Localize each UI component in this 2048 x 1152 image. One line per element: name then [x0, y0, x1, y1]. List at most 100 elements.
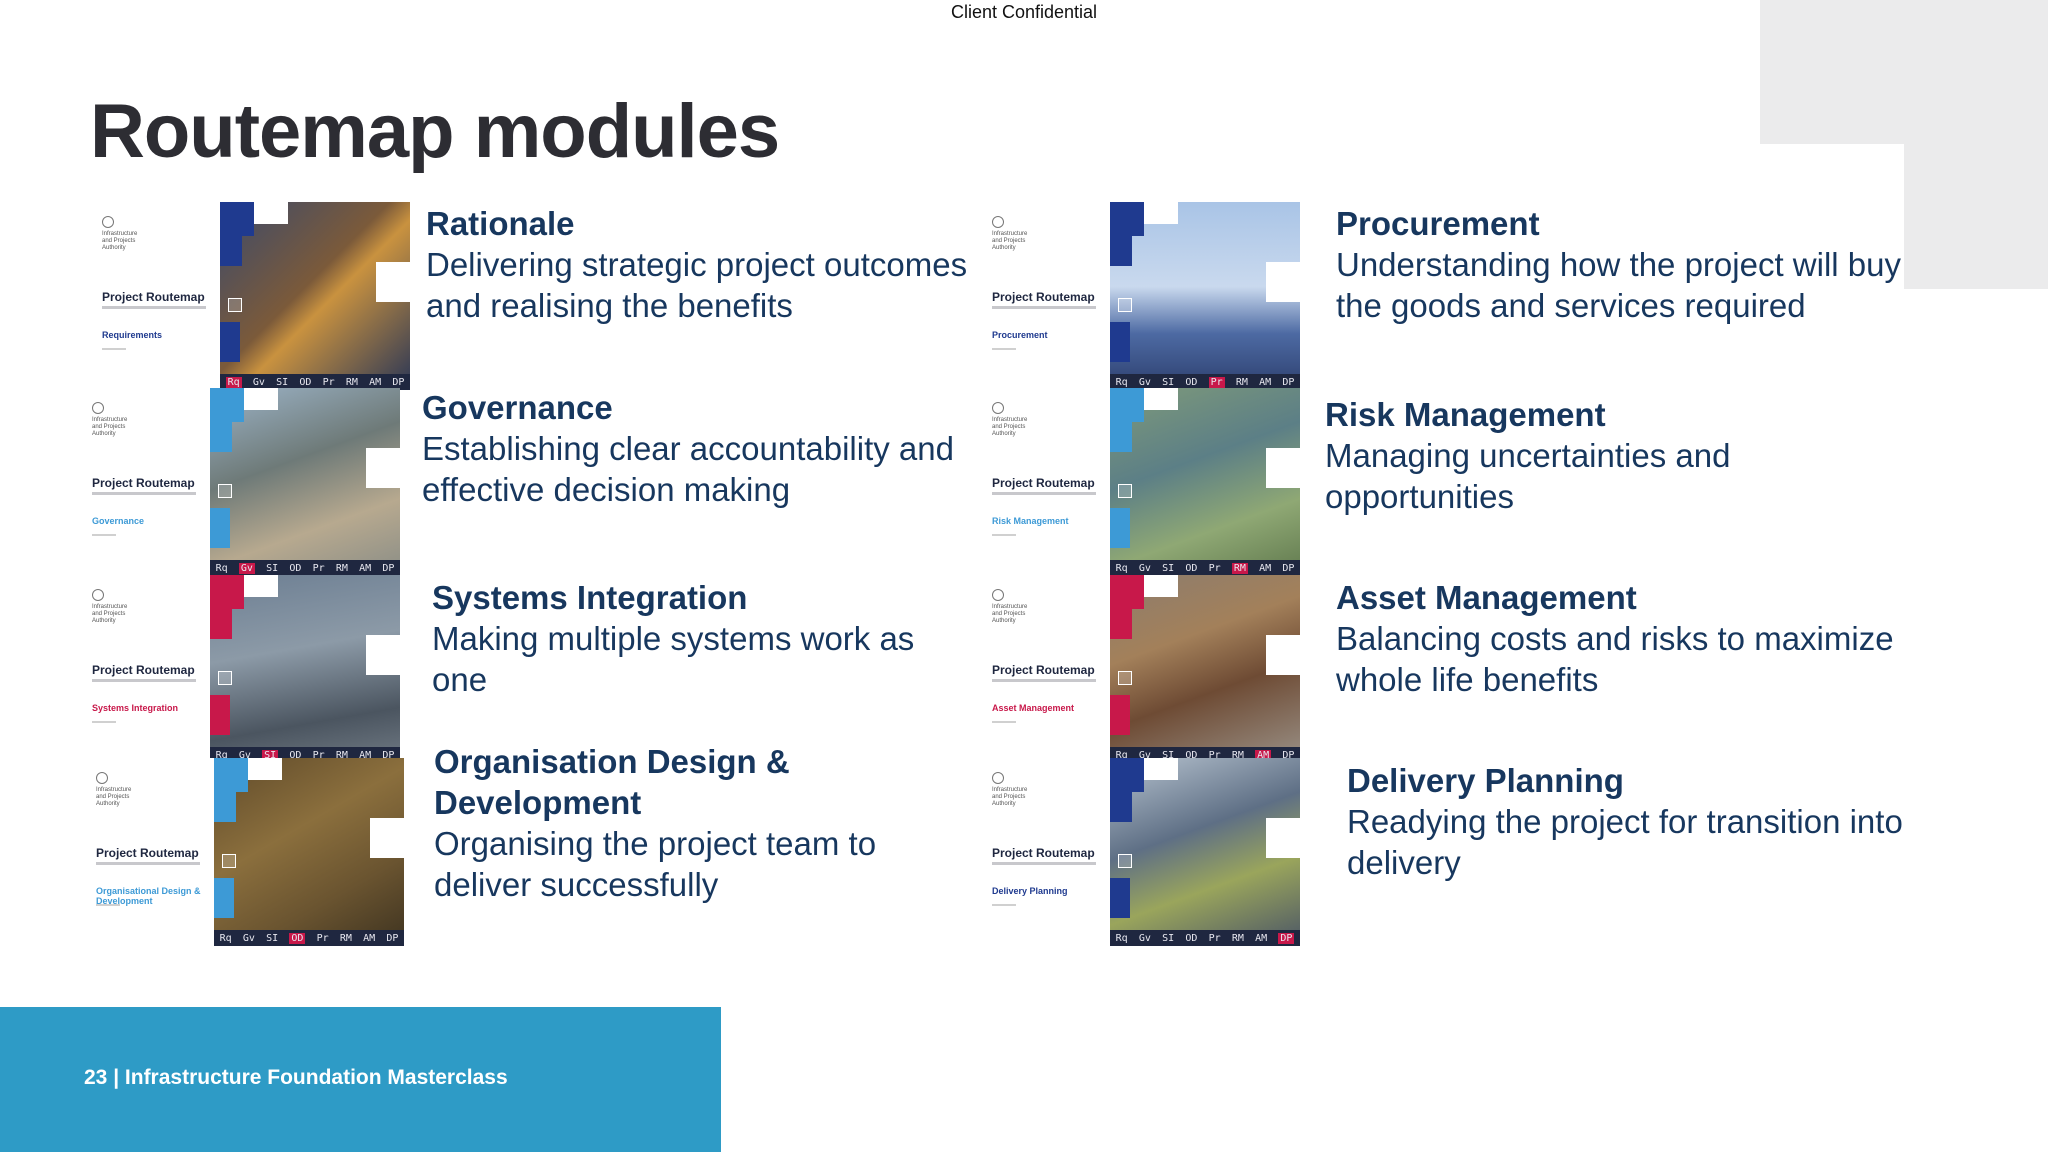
cover-module-name: Systems Integration	[92, 703, 179, 713]
cover-pixel-block	[1110, 422, 1132, 452]
cover-strip-label: AM	[359, 562, 372, 574]
cover-strip-label: Gv	[238, 562, 255, 574]
cover-strip-label: OD	[1185, 376, 1198, 388]
cover-strip-label: RM	[345, 376, 358, 388]
cover-badge-icon	[1118, 671, 1132, 685]
cover-pixel-block	[254, 202, 288, 224]
cover-strip-label: Gv	[1138, 562, 1151, 574]
cover-project-title: Project Routemap	[92, 663, 195, 677]
cover-module-name: Organisational Design & Development	[96, 886, 201, 906]
cover-pixel-block	[1110, 878, 1130, 918]
cover-strip-label: Pr	[322, 376, 335, 388]
cover-tiny-text	[992, 721, 1016, 723]
cover-strip-label: DP	[1282, 562, 1295, 574]
cover-org-line: and Projects	[92, 611, 126, 617]
cover-strip-label: Pr	[1208, 376, 1225, 388]
cover-text-panel: Infrastructure and Projects Authority Proje…	[980, 202, 1108, 390]
cover-org-name: Infrastructure and Projects Authority	[92, 589, 136, 625]
cover-module-name: Risk Management	[992, 516, 1069, 526]
cover-strip-label: RM	[339, 932, 352, 944]
cover-tiny-text	[992, 534, 1016, 536]
cover-strip-label: SI	[266, 562, 279, 574]
module-description: Understanding how the project will buy t…	[1336, 246, 1901, 324]
cover-pixel-block	[244, 388, 278, 410]
cover-module-name: Procurement	[992, 330, 1048, 340]
slide-title: Routemap modules	[90, 89, 780, 174]
cover-module-strip: Rq Gv SI OD Pr RM AM DP	[1110, 560, 1300, 576]
cover-strip-label: Pr	[1208, 562, 1221, 574]
module-cover-image: Infrastructure and Projects Authority Proje…	[980, 758, 1300, 946]
cover-project-title: Project Routemap	[992, 663, 1095, 677]
cover-strip-label: OD	[1185, 932, 1198, 944]
cover-strip-label: RM	[1231, 562, 1248, 574]
cover-pixel-block	[1266, 448, 1300, 488]
module-description: Readying the project for transition into…	[1347, 803, 1903, 881]
cover-org-line: and Projects	[96, 794, 130, 800]
cover-badge-icon	[228, 298, 242, 312]
cover-pixel-block	[210, 388, 244, 422]
cover-strip-label: RM	[335, 562, 348, 574]
cover-org-line: Authority	[992, 801, 1016, 807]
crest-icon	[992, 589, 1004, 601]
client-confidential-label: Client Confidential	[950, 2, 1098, 22]
cover-module-strip: Rq Gv SI OD Pr RM AM DP	[1110, 930, 1300, 946]
cover-org-line: Infrastructure	[992, 417, 1028, 423]
cover-org-line: Authority	[92, 618, 116, 624]
cover-pixel-block	[210, 575, 244, 609]
module-description: Balancing costs and risks to maximize wh…	[1336, 620, 1894, 698]
cover-project-title: Project Routemap	[92, 476, 195, 490]
cover-strip-label: Gv	[1138, 932, 1151, 944]
cover-strip-label: SI	[276, 376, 289, 388]
cover-pixel-block	[1266, 262, 1300, 302]
cover-strip-label: DP	[1282, 376, 1295, 388]
module-title: Organisation Design & Development	[434, 743, 790, 821]
module-cover-image: Infrastructure and Projects Authority Proje…	[980, 575, 1300, 763]
cover-text-panel: Infrastructure and Projects Authority Proje…	[980, 575, 1108, 763]
cover-strip-label: Rq	[219, 932, 232, 944]
cover-strip-label: SI	[1162, 376, 1175, 388]
cover-module-name: Requirements	[102, 330, 163, 340]
cover-strip-label: OD	[289, 562, 302, 574]
cover-text-panel: Infrastructure and Projects Authority Proje…	[80, 388, 208, 576]
cover-tiny-text	[992, 904, 1016, 906]
crest-icon	[96, 772, 108, 784]
cover-subtitle-line	[992, 862, 1096, 865]
cover-pixel-block	[214, 878, 234, 918]
cover-strip-label: OD	[289, 932, 306, 944]
cover-text-panel: Infrastructure and Projects Authority Proje…	[80, 575, 208, 763]
cover-pixel-block	[1110, 695, 1130, 735]
crest-icon	[992, 216, 1004, 228]
cover-org-name: Infrastructure and Projects Authority	[992, 402, 1036, 438]
cover-text-panel: Infrastructure and Projects Authority Proje…	[980, 388, 1108, 576]
module-description: Delivering strategic project outcomes an…	[426, 246, 968, 324]
cover-text-panel: Infrastructure and Projects Authority Proje…	[90, 202, 218, 390]
module-cover-image: Infrastructure and Projects Authority Proje…	[980, 202, 1300, 390]
cover-strip-label: SI	[1162, 562, 1175, 574]
cover-pixel-block	[1110, 322, 1130, 362]
cover-tiny-text	[92, 534, 116, 536]
module-title: Procurement	[1336, 205, 1540, 242]
cover-tiny-text	[992, 348, 1016, 350]
cover-org-name: Infrastructure and Projects Authority	[992, 772, 1036, 808]
cover-tiny-text	[102, 348, 126, 350]
cover-pixel-block	[210, 695, 230, 735]
cover-tiny-text	[96, 904, 120, 906]
cover-pixel-block	[214, 758, 248, 792]
cover-project-title: Project Routemap	[992, 476, 1095, 490]
cover-pixel-block	[1110, 202, 1144, 236]
module-title: Delivery Planning	[1347, 762, 1624, 799]
cover-pixel-block	[1266, 818, 1300, 858]
cover-strip-label: Pr	[316, 932, 329, 944]
cover-org-line: and Projects	[92, 424, 126, 430]
cover-strip-label: DP	[382, 562, 395, 574]
cover-org-line: Infrastructure	[992, 604, 1028, 610]
cover-pixel-block	[220, 236, 242, 266]
cover-pixel-block	[1110, 388, 1144, 422]
cover-subtitle-line	[992, 306, 1096, 309]
cover-subtitle-line	[102, 306, 206, 309]
cover-pixel-block	[1110, 575, 1144, 609]
cover-org-line: Infrastructure	[102, 231, 138, 237]
cover-tiny-text	[92, 721, 116, 723]
cover-badge-icon	[1118, 854, 1132, 868]
module-title: Asset Management	[1336, 579, 1637, 616]
